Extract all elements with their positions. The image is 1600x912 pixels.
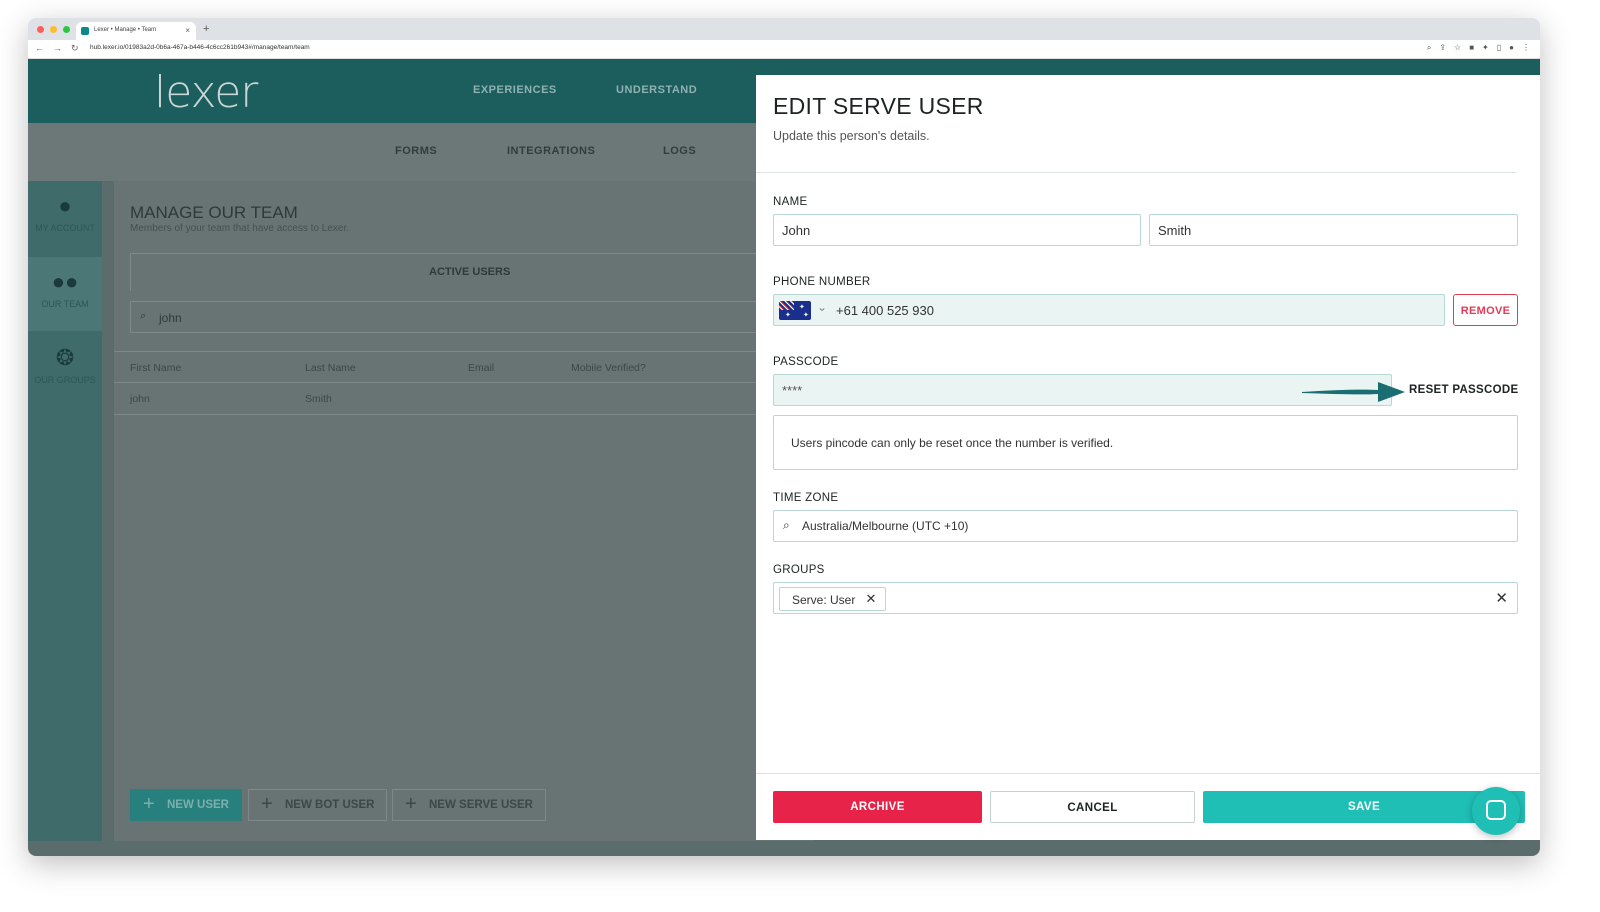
maximize-window-button[interactable]: [63, 26, 70, 33]
plus-icon: +: [405, 793, 417, 815]
passcode-input[interactable]: ****: [773, 374, 1392, 406]
team-search-input[interactable]: ⌕ john: [130, 301, 814, 333]
new-user-button[interactable]: + NEW USER: [130, 789, 242, 821]
lexer-favicon-icon: [81, 27, 89, 35]
sidebar-item-our-team[interactable]: ●● OUR TEAM: [28, 257, 102, 331]
last-name-input[interactable]: Smith: [1149, 214, 1518, 246]
close-window-button[interactable]: [37, 26, 44, 33]
extension-icon[interactable]: ■: [1469, 43, 1474, 53]
share-icon[interactable]: ⇪: [1439, 43, 1446, 53]
bookmark-star-icon[interactable]: ☆: [1454, 43, 1461, 53]
subnav-integrations[interactable]: INTEGRATIONS: [507, 145, 595, 157]
address-bar: ← → ↻ hub.lexer.io/01983a2d-0b6a-467a-b4…: [28, 40, 1540, 59]
time-zone-select[interactable]: ⌕ Australia/Melbourne (UTC +10): [773, 510, 1518, 542]
new-tab-icon[interactable]: +: [203, 23, 209, 35]
passcode-info-box: Users pincode can only be reset once the…: [773, 415, 1518, 470]
sidebar-item-my-account[interactable]: ● MY ACCOUNT: [28, 181, 102, 255]
plus-icon: +: [261, 793, 273, 815]
browser-tab[interactable]: Lexer • Manage • Team ×: [76, 22, 196, 40]
australia-flag-icon[interactable]: ✦ ✦ ✦: [779, 301, 811, 320]
modal-subtitle: Update this person's details.: [773, 129, 930, 143]
browser-window: Lexer • Manage • Team × + ← → ↻ hub.lexe…: [28, 18, 1540, 856]
clear-groups-icon[interactable]: ✕: [1495, 589, 1508, 607]
puzzle-icon[interactable]: ✦: [1482, 43, 1489, 53]
reload-icon[interactable]: ↻: [71, 43, 79, 54]
team-icon: ●●: [51, 269, 79, 294]
table-row[interactable]: john Smith: [114, 383, 814, 415]
new-serve-user-button[interactable]: + NEW SERVE USER: [392, 789, 546, 821]
minimize-window-button[interactable]: [50, 26, 57, 33]
lexer-logo[interactable]: lexer: [154, 67, 258, 118]
profile-icon[interactable]: ●: [1509, 43, 1514, 53]
manage-team-panel: MANAGE OUR TEAM Members of your team tha…: [114, 181, 814, 841]
edit-serve-user-modal: EDIT SERVE USER Update this person's det…: [756, 75, 1540, 840]
browser-tab-title: Lexer • Manage • Team: [94, 27, 157, 33]
phone-number-label: PHONE NUMBER: [773, 276, 871, 288]
remove-phone-button[interactable]: REMOVE: [1453, 294, 1518, 326]
groups-label: GROUPS: [773, 564, 825, 576]
group-chip: Serve: User ✕: [779, 587, 887, 611]
new-bot-user-button[interactable]: + NEW BOT USER: [248, 789, 388, 821]
user-icon: ●: [58, 193, 72, 218]
groups-select[interactable]: Serve: User ✕ ✕: [773, 582, 1518, 614]
sidepanel-icon[interactable]: ▯: [1497, 43, 1501, 53]
chat-launcher-button[interactable]: [1472, 787, 1520, 835]
name-label: NAME: [773, 196, 808, 208]
divider: [756, 172, 1516, 173]
subnav-forms[interactable]: FORMS: [395, 145, 437, 157]
browser-tabbar: Lexer • Manage • Team × +: [28, 18, 1540, 40]
time-zone-value: Australia/Melbourne (UTC +10): [802, 519, 969, 533]
footer-divider: [756, 773, 1540, 774]
passcode-label: PASSCODE: [773, 356, 839, 368]
close-tab-icon[interactable]: ×: [185, 26, 190, 35]
nav-experiences[interactable]: EXPERIENCES: [473, 84, 557, 96]
chevron-down-icon[interactable]: ⌄: [817, 300, 827, 314]
page-title: MANAGE OUR TEAM: [130, 203, 298, 222]
reset-passcode-button[interactable]: RESET PASSCODE: [1409, 384, 1518, 396]
subnav-logs[interactable]: LOGS: [663, 145, 696, 157]
sidebar: ● MY ACCOUNT ●● OUR TEAM ❂ OUR GROUPS: [28, 181, 102, 841]
first-name-input[interactable]: John: [773, 214, 1141, 246]
plus-icon: +: [143, 793, 155, 815]
cancel-button[interactable]: CANCEL: [990, 791, 1195, 823]
archive-button[interactable]: ARCHIVE: [773, 791, 982, 823]
sidebar-item-our-groups[interactable]: ❂ OUR GROUPS: [28, 333, 102, 407]
menu-kebab-icon[interactable]: ⋮: [1522, 43, 1530, 53]
phone-number-input[interactable]: ✦ ✦ ✦ ⌄ +61 400 525 930: [773, 294, 1445, 326]
page-subtitle: Members of your team that have access to…: [130, 223, 349, 234]
url-field[interactable]: hub.lexer.io/01983a2d-0b6a-467a-b446-4c6…: [90, 44, 310, 51]
table-header: First Name Last Name Email Mobile Verifi…: [114, 351, 814, 383]
chat-bubble-icon: [1486, 800, 1506, 820]
groups-icon: ❂: [55, 345, 75, 370]
arrow-pointer-icon: [1302, 382, 1405, 402]
tab-active-users[interactable]: ACTIVE USERS: [130, 253, 814, 291]
search-icon: ⌕: [140, 310, 147, 322]
time-zone-label: TIME ZONE: [773, 492, 839, 504]
phone-number-value: +61 400 525 930: [836, 303, 934, 318]
zoom-icon[interactable]: ⌕: [1427, 43, 1431, 53]
modal-title: EDIT SERVE USER: [773, 93, 984, 119]
remove-chip-icon[interactable]: ✕: [865, 591, 876, 607]
forward-icon[interactable]: →: [53, 43, 62, 54]
window-controls: [37, 26, 70, 33]
search-icon: ⌕: [783, 518, 790, 532]
back-icon[interactable]: ←: [35, 43, 44, 54]
nav-understand[interactable]: UNDERSTAND: [616, 84, 697, 96]
